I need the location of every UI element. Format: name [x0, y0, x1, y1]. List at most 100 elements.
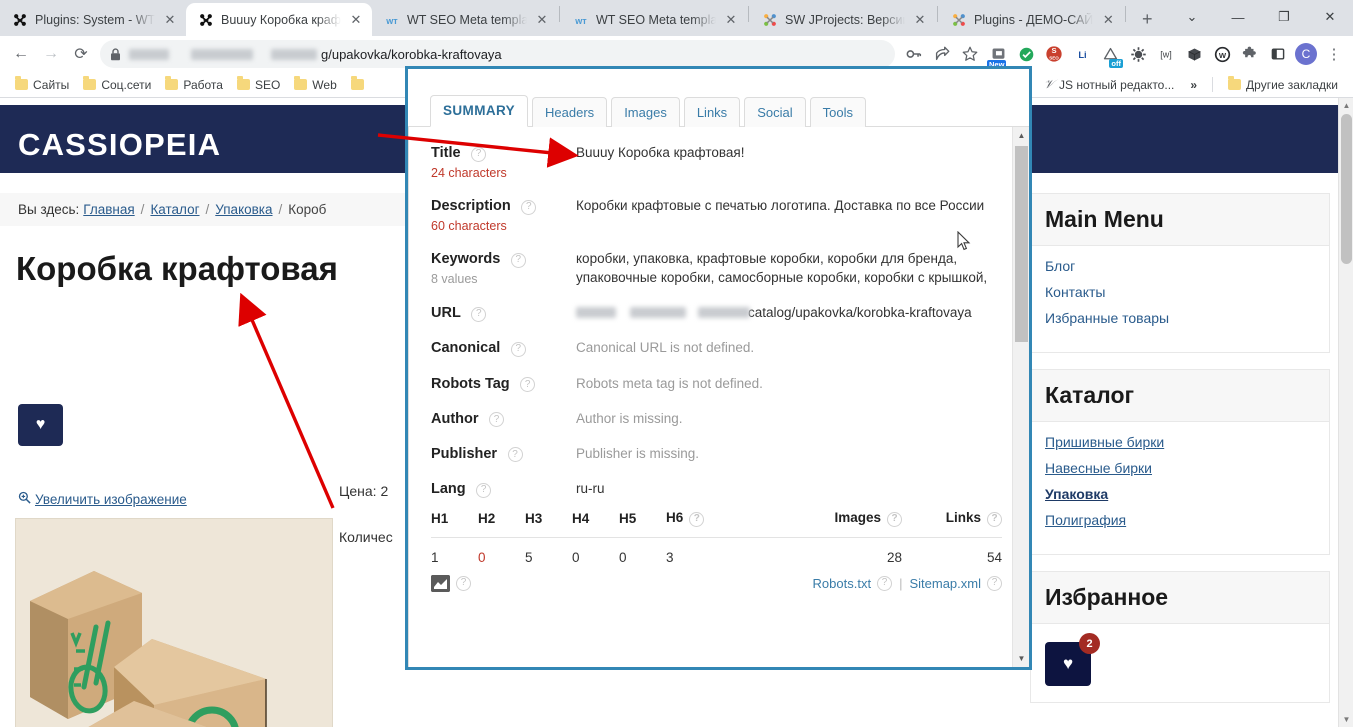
box-extension-icon[interactable] — [1181, 41, 1207, 67]
browser-tab-4[interactable]: SW JProjects: Версии ✕ — [750, 3, 936, 36]
scroll-up-icon[interactable]: ▲ — [1013, 127, 1029, 144]
seo-row-canonical: Canonical ? Canonical URL is not defined… — [431, 338, 1002, 357]
bookmarks-overflow-button[interactable]: » — [1183, 76, 1204, 94]
tab-links[interactable]: Links — [683, 96, 741, 127]
enlarge-image-link[interactable]: Увеличить изображение — [18, 491, 187, 507]
bookmark-star-icon[interactable] — [957, 41, 983, 67]
tab-search-icon[interactable]: ⌄ — [1169, 0, 1215, 34]
help-icon[interactable]: ? — [987, 511, 1002, 527]
new-tab-button[interactable]: + — [1133, 5, 1161, 33]
forward-icon[interactable]: → — [36, 39, 66, 69]
tab-tools[interactable]: Tools — [809, 96, 866, 127]
bookmark-item[interactable]: Сайты — [8, 76, 76, 94]
tab-summary[interactable]: SUMMARY — [430, 95, 529, 127]
scroll-up-icon[interactable]: ▲ — [1339, 98, 1353, 113]
help-icon[interactable]: ? — [476, 482, 492, 498]
close-icon[interactable]: ✕ — [348, 12, 364, 28]
help-icon[interactable]: ? — [987, 575, 1002, 591]
site-brand[interactable]: CASSIOPEIA — [18, 127, 221, 163]
linkedin-extension-icon[interactable]: Li — [1069, 41, 1095, 67]
seo-row-label-group: Author ? — [431, 409, 576, 428]
browser-tab-2[interactable]: wт WT SEO Meta templa ✕ — [372, 3, 558, 36]
sidepanel-icon[interactable] — [1265, 41, 1291, 67]
help-icon[interactable]: ? — [471, 146, 486, 162]
joomla-color-icon — [762, 12, 778, 28]
profile-avatar[interactable]: C — [1293, 41, 1319, 67]
minimize-icon[interactable]: — — [1215, 0, 1261, 34]
product-image[interactable] — [15, 518, 333, 727]
breadcrumb-link-catalog[interactable]: Каталог — [150, 202, 199, 217]
help-icon[interactable]: ? — [510, 252, 526, 268]
chart-icon[interactable] — [431, 574, 450, 592]
robots-txt-link[interactable]: Robots.txt — [813, 576, 872, 591]
breadcrumb-link-packaging[interactable]: Упаковка — [215, 202, 272, 217]
sidebar-item-printing[interactable]: Полиграфия — [1045, 512, 1315, 528]
sidebar-item-blog[interactable]: Блог — [1045, 258, 1315, 274]
seo-extension-icon[interactable]: S SEO — [1041, 41, 1067, 67]
scroll-down-icon[interactable]: ▼ — [1013, 650, 1029, 667]
page-scrollbar-thumb[interactable] — [1341, 114, 1352, 264]
wordpress-extension-icon[interactable]: W — [1209, 41, 1235, 67]
sidebar-item-hang-tags[interactable]: Навесные бирки — [1045, 460, 1315, 476]
browser-tab-1[interactable]: Buuuy Коробка краф ✕ — [186, 3, 372, 36]
sidebar-item-packaging[interactable]: Упаковка — [1045, 486, 1315, 502]
favorites-button[interactable]: ♥ 2 — [1045, 633, 1100, 686]
help-icon[interactable]: ? — [877, 575, 893, 591]
browser-tab-0[interactable]: Plugins: System - WT ✕ — [0, 3, 186, 36]
password-key-icon[interactable] — [901, 41, 927, 67]
help-icon[interactable]: ? — [887, 511, 902, 527]
close-icon[interactable]: ✕ — [1100, 12, 1116, 28]
help-icon[interactable]: ? — [488, 412, 504, 428]
page-scrollbar[interactable]: ▲ ▼ — [1338, 98, 1353, 727]
help-icon[interactable]: ? — [471, 306, 487, 322]
close-icon[interactable]: ✕ — [162, 12, 178, 28]
tab-social[interactable]: Social — [744, 96, 806, 127]
bookmark-item-js-editor[interactable]: 𝒱 JS нотный редакто... — [1037, 75, 1181, 94]
bookmark-item[interactable]: Web — [287, 76, 343, 94]
sidebar-item-sewn-labels[interactable]: Пришивные бирки — [1045, 434, 1315, 450]
sidebar-item-contacts[interactable]: Контакты — [1045, 284, 1315, 300]
help-icon[interactable]: ? — [521, 199, 537, 215]
help-icon[interactable]: ? — [689, 511, 705, 527]
close-icon[interactable]: ✕ — [723, 12, 739, 28]
toolbar-icons: New S SEO Li off [w] W C ⋮ — [901, 41, 1347, 69]
add-to-favorites-button[interactable]: ♥ — [18, 404, 63, 446]
tab-headers[interactable]: Headers — [532, 96, 608, 127]
address-bar[interactable]: g/upakovka/korobka-kraftovaya — [100, 40, 895, 68]
browser-tab-3[interactable]: wт WT SEO Meta templa ✕ — [561, 3, 747, 36]
bookmark-item[interactable] — [344, 76, 376, 92]
other-bookmarks-button[interactable]: Другие закладки — [1221, 76, 1345, 94]
browser-tab-5[interactable]: Plugins - ДЕМО-САЙ ✕ — [939, 3, 1124, 36]
reload-icon[interactable]: ⟳ — [66, 39, 96, 69]
close-icon[interactable]: ✕ — [534, 12, 550, 28]
close-icon[interactable]: ✕ — [912, 12, 928, 28]
help-icon[interactable]: ? — [456, 575, 471, 591]
scroll-down-icon[interactable]: ▼ — [1339, 712, 1353, 727]
help-icon[interactable]: ? — [520, 377, 536, 393]
maximize-icon[interactable]: ❐ — [1261, 0, 1307, 34]
sitemap-xml-link[interactable]: Sitemap.xml — [909, 576, 981, 591]
seo-popup-scrollbar[interactable]: ▲ ▼ — [1012, 127, 1029, 667]
checkmark-extension-icon[interactable] — [1013, 41, 1039, 67]
screenshot-extension-icon[interactable]: New — [985, 41, 1011, 69]
magnify-plus-icon — [18, 491, 31, 507]
help-icon[interactable]: ? — [510, 341, 526, 357]
breadcrumb-link-home[interactable]: Главная — [83, 202, 134, 217]
back-icon[interactable]: ← — [6, 39, 36, 69]
share-icon[interactable] — [929, 41, 955, 67]
wappalyzer-extension-icon[interactable]: [w] — [1153, 41, 1179, 67]
bug-extension-icon[interactable] — [1125, 41, 1151, 67]
chrome-menu-icon[interactable]: ⋮ — [1321, 41, 1347, 67]
sidebar-item-favorite-products[interactable]: Избранные товары — [1045, 310, 1315, 326]
bookmark-item[interactable]: Соц.сети — [76, 76, 158, 94]
bookmark-item[interactable]: SEO — [230, 76, 287, 94]
extensions-puzzle-icon[interactable] — [1237, 41, 1263, 67]
help-icon[interactable]: ? — [507, 447, 523, 463]
close-window-icon[interactable]: ✕ — [1307, 0, 1353, 34]
adblock-extension-icon[interactable]: off — [1097, 41, 1123, 68]
lock-icon[interactable] — [110, 47, 121, 61]
tab-images[interactable]: Images — [611, 96, 680, 127]
seo-scrollbar-thumb[interactable] — [1015, 146, 1028, 342]
heart-icon: ♥ — [1062, 654, 1074, 673]
bookmark-item[interactable]: Работа — [158, 76, 230, 94]
